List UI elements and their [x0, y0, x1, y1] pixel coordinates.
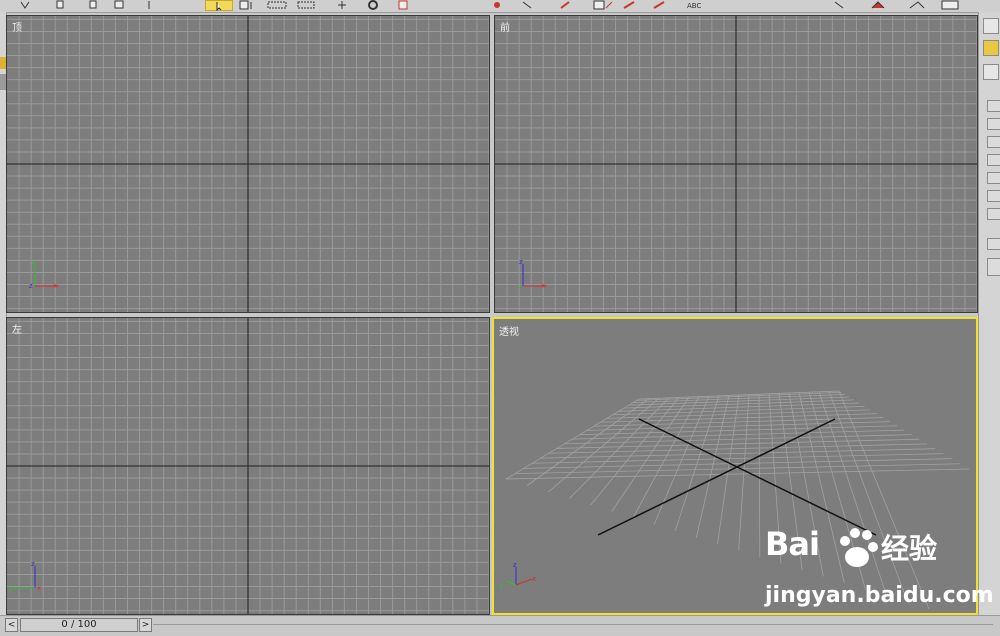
svg-text:y: y: [499, 582, 503, 590]
rollout-button[interactable]: [987, 208, 1000, 220]
command-panel: [978, 12, 1000, 615]
watermark-brand-jingyan: 经验: [881, 532, 938, 565]
align-icon[interactable]: [520, 0, 534, 10]
axis-tripod-icon: z x y: [499, 561, 536, 590]
svg-text:x: x: [53, 282, 57, 290]
unlink-icon[interactable]: [112, 0, 126, 10]
paw-icon: [840, 528, 878, 567]
material-icon[interactable]: [652, 0, 666, 10]
redo-icon[interactable]: [54, 0, 68, 10]
hierarchy-tab-icon[interactable]: [983, 64, 999, 80]
viewport-label[interactable]: 顶: [12, 19, 22, 34]
mirror-icon[interactable]: [490, 0, 504, 10]
watermark-url: jingyan.baidu.com: [765, 583, 994, 608]
window-crossing-icon[interactable]: [296, 0, 318, 10]
render-icon[interactable]: [868, 0, 888, 10]
viewport-left[interactable]: 左 z y x: [6, 317, 490, 615]
svg-text:x: x: [37, 584, 41, 592]
time-slider[interactable]: 0 / 100: [20, 618, 138, 632]
svg-text:z: z: [519, 258, 523, 266]
rollout-button[interactable]: [987, 190, 1000, 202]
bind-icon[interactable]: [146, 0, 160, 10]
viewport-front[interactable]: 前 z y x: [494, 15, 978, 313]
select-by-name-icon[interactable]: [238, 0, 260, 10]
svg-text:ABC: ABC: [687, 2, 701, 10]
move-icon[interactable]: [335, 0, 349, 10]
axis-tripod-icon: y z x: [29, 258, 59, 290]
text-abc-icon[interactable]: ABC: [686, 0, 708, 10]
svg-text:z: z: [29, 282, 33, 290]
curve-editor-icon[interactable]: [592, 0, 614, 10]
viewport-label[interactable]: 左: [12, 321, 22, 336]
axis-tripod-icon: z y x: [517, 258, 547, 290]
rollout-button[interactable]: [987, 118, 1000, 130]
watermark-brand: Bai: [765, 525, 820, 563]
modify-tab-icon[interactable]: [983, 40, 999, 56]
link-icon[interactable]: [86, 0, 100, 10]
rollout-header[interactable]: [987, 238, 1000, 250]
create-tab-icon[interactable]: [983, 18, 999, 34]
viewport-front-grid: [495, 16, 977, 312]
viewport-label[interactable]: 前: [500, 19, 510, 34]
viewport-label[interactable]: 透视: [499, 323, 519, 338]
layer-icon[interactable]: [558, 0, 572, 10]
baidu-watermark: Bai 经验 jingyan.baidu.com: [765, 525, 994, 615]
time-slider-bar: < 0 / 100 >: [0, 615, 1000, 636]
viewport-top-grid: [7, 16, 489, 312]
time-next-button[interactable]: >: [139, 618, 152, 632]
rollout-header[interactable]: [987, 100, 1000, 112]
select-icon[interactable]: [205, 0, 233, 11]
rollout-button[interactable]: [987, 172, 1000, 184]
svg-text:y: y: [517, 282, 521, 290]
rollout-field[interactable]: [987, 258, 1000, 276]
viewport-left-grid: [7, 318, 489, 614]
svg-text:y: y: [31, 258, 35, 266]
region-select-icon[interactable]: [266, 0, 290, 10]
axis-tripod-icon: z y x: [9, 560, 41, 592]
svg-text:y: y: [9, 584, 13, 592]
svg-text:x: x: [532, 575, 536, 583]
render-setup-icon[interactable]: [832, 0, 846, 10]
main-toolbar: ABC: [0, 0, 1000, 13]
schematic-icon[interactable]: [622, 0, 636, 10]
svg-text:z: z: [31, 560, 35, 568]
scale-icon[interactable]: [396, 0, 410, 10]
svg-text:x: x: [541, 282, 545, 290]
time-prev-button[interactable]: <: [5, 618, 18, 632]
svg-text:z: z: [513, 561, 517, 569]
viewport-top[interactable]: 顶 y z x: [6, 15, 490, 313]
rollout-button[interactable]: [987, 154, 1000, 166]
render-frame-icon[interactable]: [906, 0, 926, 10]
time-track: [153, 624, 993, 625]
rollout-button[interactable]: [987, 136, 1000, 148]
rendered-frame-window-icon[interactable]: [940, 0, 960, 10]
rotate-icon[interactable]: [366, 0, 380, 10]
undo-icon[interactable]: [18, 0, 32, 10]
